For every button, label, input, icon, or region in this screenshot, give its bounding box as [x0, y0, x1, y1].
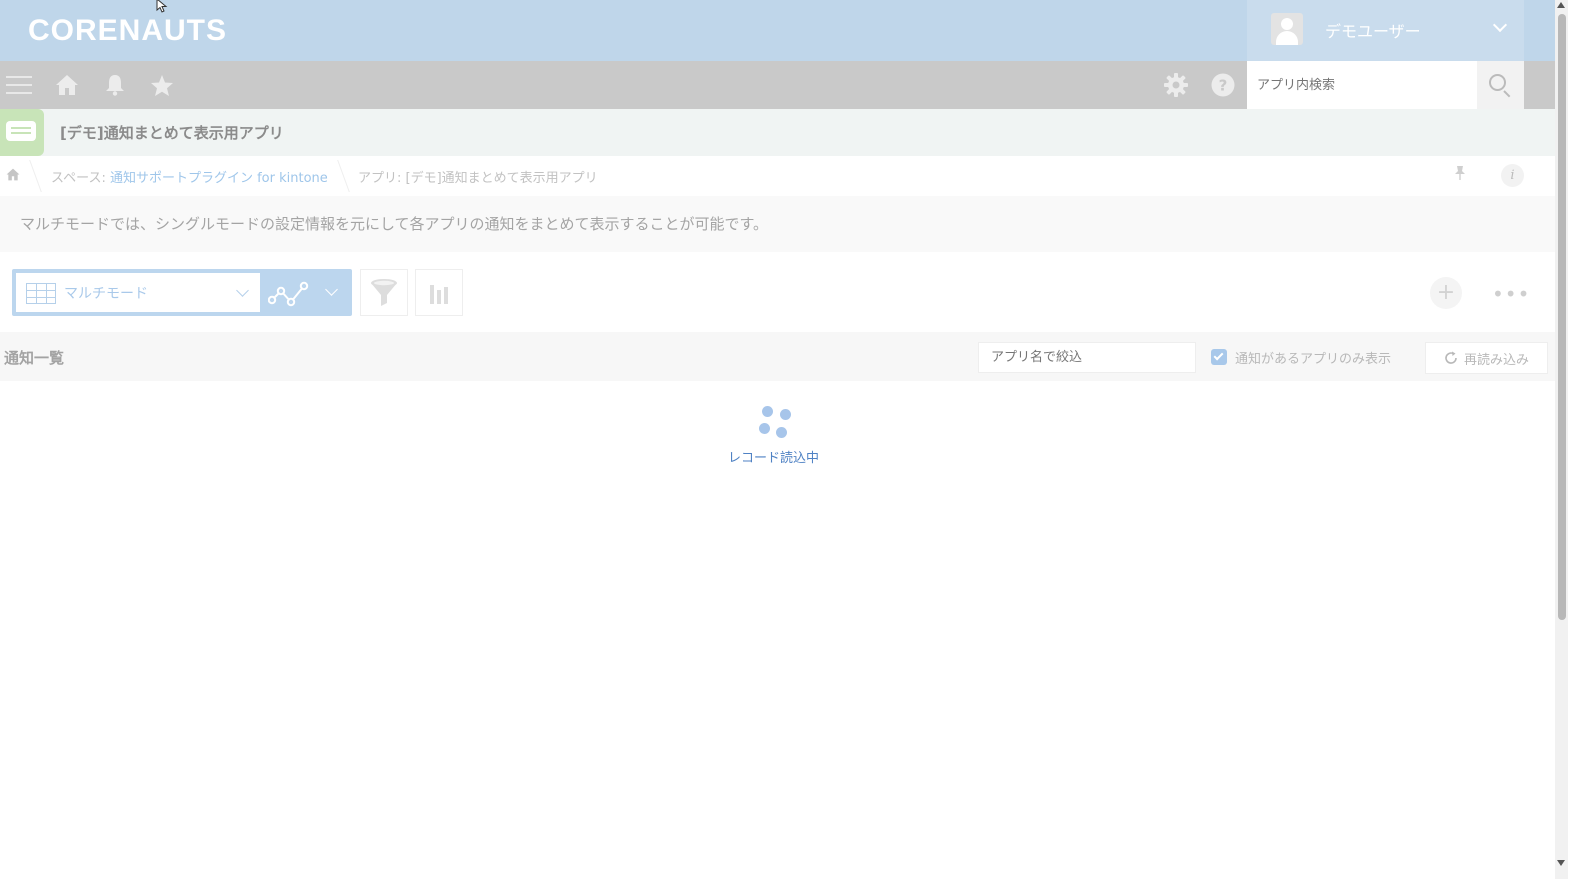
app-title: [デモ]通知まとめて表示用アプリ — [60, 124, 284, 142]
reload-button[interactable]: 再読み込み — [1425, 342, 1548, 374]
check-icon — [1213, 350, 1224, 361]
scroll-thumb[interactable] — [1558, 14, 1566, 620]
chat-icon — [0, 109, 44, 156]
menu-icon[interactable] — [6, 61, 32, 109]
more-options-button[interactable]: ••• — [1492, 282, 1530, 306]
bell-icon[interactable] — [103, 61, 127, 109]
avatar-icon — [1271, 13, 1303, 45]
chevron-down-icon — [1492, 17, 1508, 33]
mouse-cursor-icon — [156, 0, 170, 17]
table-icon — [26, 283, 56, 304]
help-icon[interactable]: ? — [1210, 61, 1236, 109]
breadcrumb-home-icon[interactable] — [6, 168, 20, 185]
reload-label: 再読み込み — [1463, 352, 1529, 368]
view-select[interactable]: マルチモード — [16, 273, 260, 312]
only-with-notifications-label[interactable]: 通知があるアプリのみ表示 — [1235, 348, 1391, 367]
chevron-down-icon — [236, 284, 249, 297]
star-icon[interactable] — [148, 61, 176, 109]
app-search-input[interactable] — [1247, 61, 1477, 109]
loading-label: レコード読込中 — [728, 451, 820, 466]
breadcrumb-app: アプリ: [デモ]通知まとめて表示用アプリ — [358, 171, 598, 186]
graph-settings-button[interactable] — [415, 269, 463, 316]
funnel-icon — [371, 278, 397, 306]
breadcrumb-space: スペース: 通知サポートプラグイン for kintone — [51, 167, 328, 186]
refresh-icon — [1445, 351, 1457, 364]
gear-icon[interactable] — [1163, 61, 1189, 109]
info-icon[interactable]: i — [1501, 164, 1524, 187]
only-with-notifications-checkbox[interactable] — [1211, 349, 1227, 365]
pin-icon[interactable] — [1453, 165, 1467, 185]
scroll-up-icon[interactable] — [1557, 2, 1565, 8]
app-name-filter-input[interactable] — [978, 342, 1196, 373]
add-record-button[interactable]: + — [1430, 277, 1462, 309]
loading-spinner-icon — [758, 404, 796, 440]
logo[interactable]: CORENAUTS — [28, 14, 227, 48]
graph-icon[interactable] — [267, 280, 312, 312]
svg-text:?: ? — [1219, 77, 1228, 95]
user-name: デモユーザー — [1325, 22, 1421, 41]
breadcrumb-space-prefix: スペース: — [51, 171, 110, 186]
filter-button[interactable] — [360, 269, 408, 316]
list-title: 通知一覧 — [4, 349, 65, 367]
view-label: マルチモード — [64, 286, 148, 302]
search-icon — [1489, 74, 1506, 91]
user-menu[interactable]: デモユーザー — [1247, 0, 1524, 61]
vertical-scrollbar[interactable] — [1555, 0, 1568, 879]
app-description: マルチモードでは、シングルモードの設定情報を元にして各アプリの通知をまとめて表示… — [0, 196, 1555, 252]
bar-chart-icon — [430, 284, 448, 304]
search-button[interactable] — [1477, 61, 1524, 109]
scroll-down-icon[interactable] — [1557, 860, 1565, 866]
breadcrumb-space-link[interactable]: 通知サポートプラグイン for kintone — [110, 171, 328, 186]
home-icon[interactable] — [54, 61, 80, 109]
